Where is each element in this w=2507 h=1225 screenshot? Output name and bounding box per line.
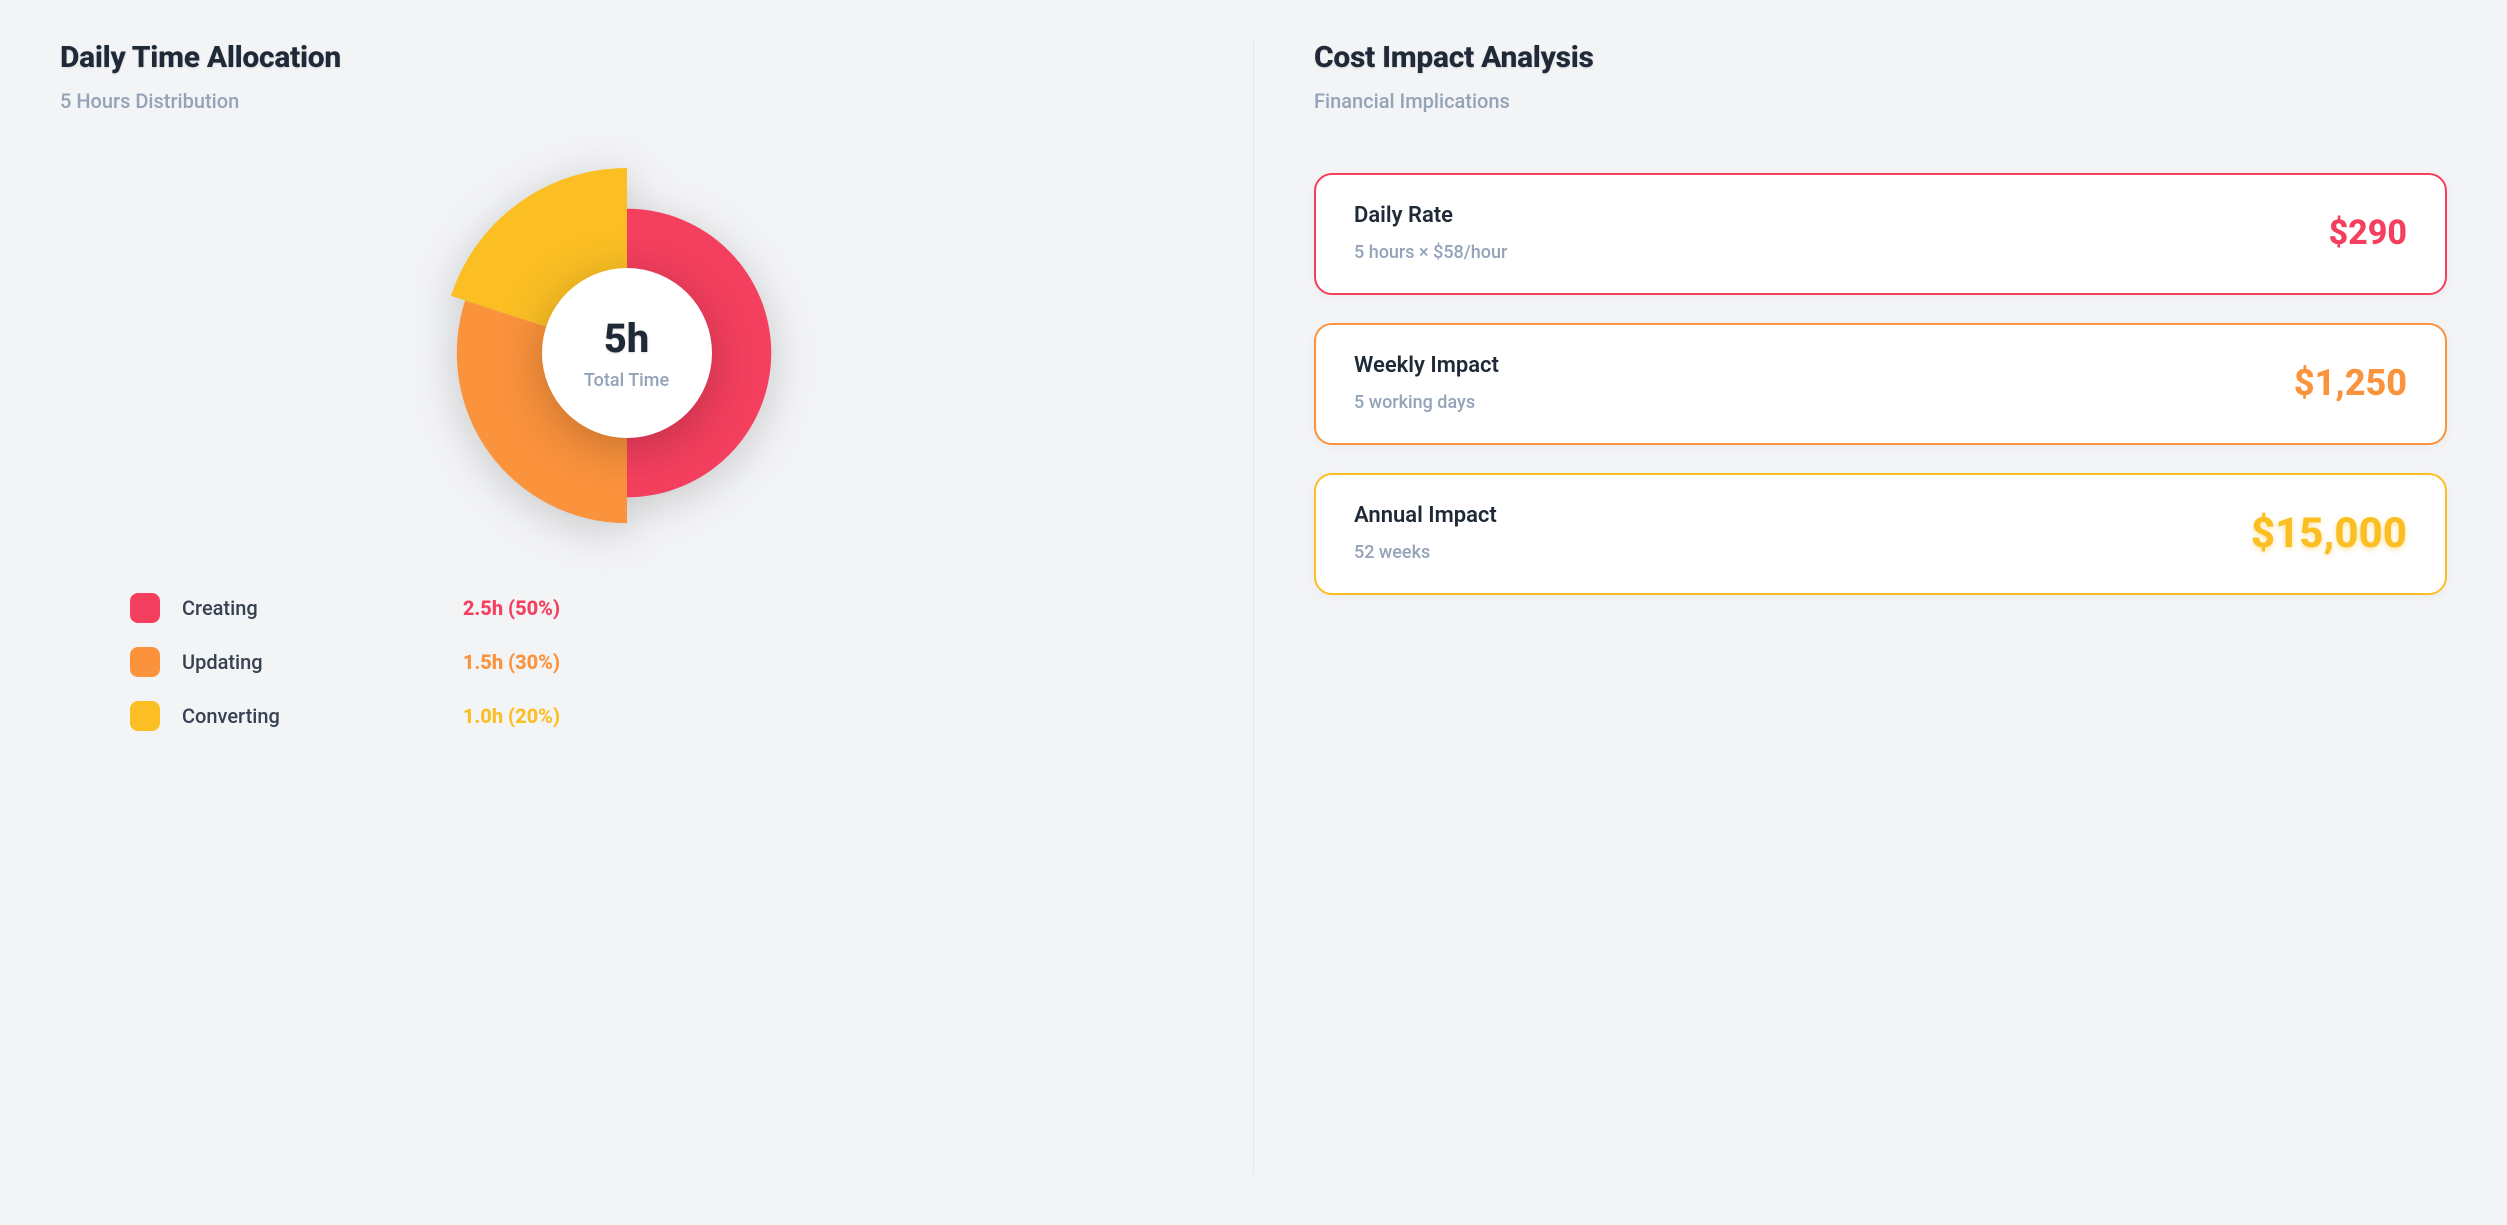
cost-card-sub: 52 weeks xyxy=(1354,542,1497,563)
legend-value: 1.0h (20%) xyxy=(463,704,560,728)
cost-card-annual: Annual Impact 52 weeks $15,000 xyxy=(1314,473,2447,595)
cost-card-info: Daily Rate 5 hours × $58/hour xyxy=(1354,203,1507,263)
time-allocation-title: Daily Time Allocation xyxy=(60,40,1193,75)
legend-item-creating: Creating 2.5h (50%) xyxy=(130,593,560,623)
legend-value: 2.5h (50%) xyxy=(463,596,560,620)
legend-label: Updating xyxy=(182,650,463,674)
cost-impact-panel: Cost Impact Analysis Financial Implicati… xyxy=(1254,40,2447,1175)
page-root: Daily Time Allocation 5 Hours Distributi… xyxy=(0,0,2507,1225)
cost-card-amount: $290 xyxy=(2329,213,2407,253)
legend-swatch xyxy=(130,647,160,677)
legend-label: Creating xyxy=(182,596,463,620)
donut-center-label: Total Time xyxy=(584,370,669,391)
donut-center: 5h Total Time xyxy=(542,268,712,438)
time-allocation-panel: Daily Time Allocation 5 Hours Distributi… xyxy=(60,40,1253,1175)
legend-label: Converting xyxy=(182,704,463,728)
cost-card-weekly: Weekly Impact 5 working days $1,250 xyxy=(1314,323,2447,445)
donut-chart: 5h Total Time xyxy=(437,163,817,543)
legend-swatch xyxy=(130,593,160,623)
cost-card-amount: $1,250 xyxy=(2294,362,2407,404)
donut-center-value: 5h xyxy=(604,315,650,362)
cost-card-sub: 5 working days xyxy=(1354,392,1499,413)
cost-card-amount: $15,000 xyxy=(2251,509,2407,558)
cost-cards: Daily Rate 5 hours × $58/hour $290 Weekl… xyxy=(1314,173,2447,595)
legend: Creating 2.5h (50%) Updating 1.5h (30%) … xyxy=(130,593,560,731)
legend-item-converting: Converting 1.0h (20%) xyxy=(130,701,560,731)
cost-card-title: Weekly Impact xyxy=(1354,353,1499,378)
cost-impact-subtitle: Financial Implications xyxy=(1314,89,2447,113)
cost-card-info: Weekly Impact 5 working days xyxy=(1354,353,1499,413)
cost-card-daily: Daily Rate 5 hours × $58/hour $290 xyxy=(1314,173,2447,295)
legend-value: 1.5h (30%) xyxy=(463,650,560,674)
legend-item-updating: Updating 1.5h (30%) xyxy=(130,647,560,677)
cost-card-sub: 5 hours × $58/hour xyxy=(1354,242,1507,263)
cost-card-title: Annual Impact xyxy=(1354,503,1497,528)
time-allocation-subtitle: 5 Hours Distribution xyxy=(60,89,1193,113)
cost-card-info: Annual Impact 52 weeks xyxy=(1354,503,1497,563)
cost-impact-title: Cost Impact Analysis xyxy=(1314,40,2447,75)
cost-card-title: Daily Rate xyxy=(1354,203,1507,228)
legend-swatch xyxy=(130,701,160,731)
